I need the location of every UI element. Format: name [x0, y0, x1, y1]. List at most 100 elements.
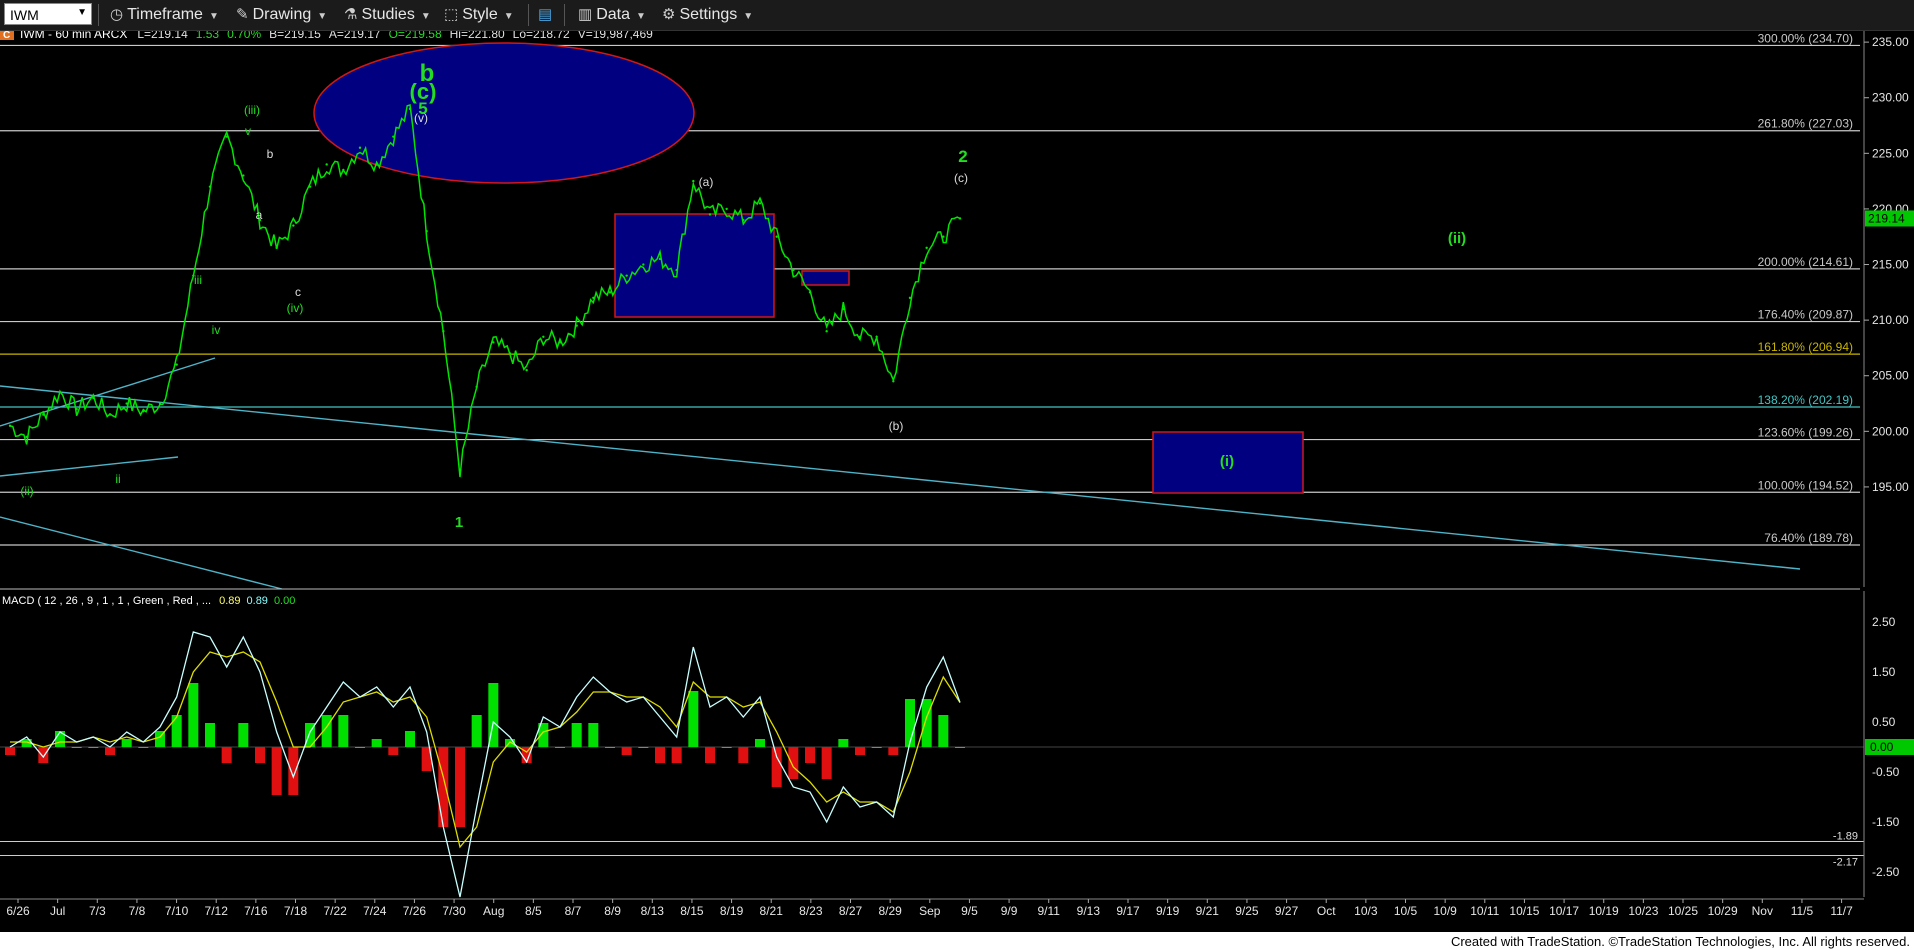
settings-label: Settings: [679, 6, 738, 23]
ask-price: A=219.17: [329, 31, 381, 41]
price-point: [592, 296, 595, 300]
price-point: [325, 163, 328, 166]
macd-histogram-bar: [688, 691, 699, 747]
time-axis-tick-label: 8/21: [760, 904, 784, 918]
macd-histogram-bar: [71, 747, 82, 748]
macd-histogram-bar: [371, 739, 382, 747]
symbol-dropdown-icon[interactable]: ▼: [77, 7, 87, 18]
macd-histogram-bar: [188, 683, 199, 747]
price-point: [208, 185, 212, 188]
macd-histogram-bar: [821, 747, 832, 779]
price-point: [775, 235, 778, 238]
time-axis-tick-label: 10/23: [1628, 904, 1658, 918]
net-change: 1.53: [196, 31, 220, 41]
chevron-down-icon: ▼: [208, 11, 219, 22]
price-point: [808, 291, 812, 294]
macd-histogram-bar: [338, 715, 349, 747]
price-point: [842, 307, 845, 311]
wave-label-iii: iii: [194, 273, 202, 287]
time-axis-tick-label: 9/5: [961, 904, 978, 918]
macd-value: 0.89: [219, 595, 240, 607]
time-axis-tick-label: 10/15: [1509, 904, 1539, 918]
toolbar-separator: [528, 4, 529, 26]
wave-label-ii: ii: [115, 472, 120, 486]
price-point: [492, 341, 495, 344]
wave-label-i-target: (i): [1220, 453, 1234, 470]
price-point: [758, 202, 762, 205]
macd-histogram-bar: [238, 723, 249, 747]
layout-icon: ▤: [538, 6, 553, 23]
price-point: [392, 135, 395, 138]
macd-ref-label: -2.17: [1833, 857, 1858, 869]
macd-axis-tick-label: 0.50: [1872, 715, 1896, 729]
time-axis-tick-label: 9/9: [1001, 904, 1018, 918]
macd-histogram-bar: [438, 747, 449, 827]
price-point: [425, 229, 428, 233]
time-axis-tick-label: 8/29: [878, 904, 902, 918]
target-ellipse[interactable]: [313, 42, 695, 184]
price-point: [542, 335, 545, 338]
toolbar-separator: [98, 4, 99, 26]
symbol-input[interactable]: IWM ▼: [4, 3, 92, 25]
time-axis-tick-label: Oct: [1317, 904, 1336, 918]
macd-histogram-bar: [705, 747, 715, 763]
macd-histogram-bar: [138, 747, 149, 748]
fib-label: 261.80% (227.03): [1758, 117, 1853, 131]
time-axis-tick-label: 11/5: [1791, 904, 1814, 918]
time-axis-tick-label: 7/18: [284, 904, 308, 918]
price-point: [792, 268, 795, 272]
macd-histogram-bar: [388, 747, 399, 755]
open-price: O=219.58: [389, 31, 442, 41]
wave-label-ii-paren: (ii): [20, 484, 33, 498]
macd-histogram-bar: [955, 747, 965, 748]
wave-label-b-paren: (b): [889, 419, 904, 433]
time-axis-tick-label: 8/7: [565, 904, 582, 918]
macd-histogram-bar: [805, 747, 815, 763]
chart-background: [0, 31, 1914, 931]
macd-histogram-bar: [588, 723, 599, 747]
price-point: [175, 363, 178, 366]
chevron-down-icon: ▼: [743, 11, 754, 22]
time-axis-tick-label: 11/7: [1830, 904, 1853, 918]
wave-label-v-paren: (v): [414, 111, 428, 125]
price-point: [375, 163, 378, 166]
time-axis-tick-label: 9/19: [1156, 904, 1180, 918]
macd-axis-tick-label: -1.50: [1872, 815, 1900, 829]
price-point: [75, 407, 78, 411]
macd-histogram-bar: [571, 723, 582, 747]
price-point: [508, 352, 512, 355]
time-axis-tick-label: 10/25: [1668, 904, 1698, 918]
time-axis-tick-label: Jul: [50, 904, 65, 918]
price-point: [892, 380, 895, 383]
layout-button[interactable]: ▤: [538, 5, 556, 25]
drawing-menu[interactable]: ✎ Drawing ▼: [236, 5, 327, 25]
chart-area[interactable]: 300.00% (234.70) 261.80% (227.03) 200.00% …: [0, 27, 1914, 931]
timeframe-menu[interactable]: ◷ Timeframe ▼: [110, 5, 219, 25]
wave-label-c-paren-2: (c): [954, 171, 968, 185]
price-point: [92, 396, 95, 400]
price-point: [225, 135, 228, 138]
macd-axis-tick-label: 1.50: [1872, 665, 1896, 679]
chart-svg[interactable]: 300.00% (234.70) 261.80% (227.03) 200.00% …: [0, 27, 1914, 931]
settings-menu[interactable]: ⚙ Settings ▼: [662, 5, 753, 25]
price-point: [142, 410, 145, 413]
resistance-box[interactable]: [614, 213, 775, 318]
price-point: [475, 385, 478, 389]
price-axis-tick-label: 210.00: [1872, 313, 1909, 327]
studies-menu[interactable]: ⚗ Studies ▼: [344, 5, 431, 25]
wave-label-a-paren: (a): [699, 175, 714, 189]
fib-label: 176.40% (209.87): [1758, 308, 1853, 322]
price-point: [658, 257, 662, 261]
price-point: [342, 168, 345, 172]
macd-histogram-bar: [921, 699, 932, 747]
time-axis-tick-label: 7/22: [323, 904, 347, 918]
style-menu[interactable]: ⬚ Style ▼: [444, 5, 514, 25]
macd-histogram-bar: [555, 747, 565, 748]
fib-label: 200.00% (214.61): [1758, 255, 1853, 269]
clock-icon: ◷: [110, 6, 124, 23]
small-box[interactable]: [801, 270, 850, 286]
macd-title: MACD ( 12 , 26 , 9 , 1 , 1 , Green , Red…: [2, 595, 295, 607]
fib-label: 123.60% (199.26): [1758, 426, 1853, 440]
data-menu[interactable]: ▥ Data ▼: [578, 5, 646, 25]
price-point: [408, 107, 412, 111]
